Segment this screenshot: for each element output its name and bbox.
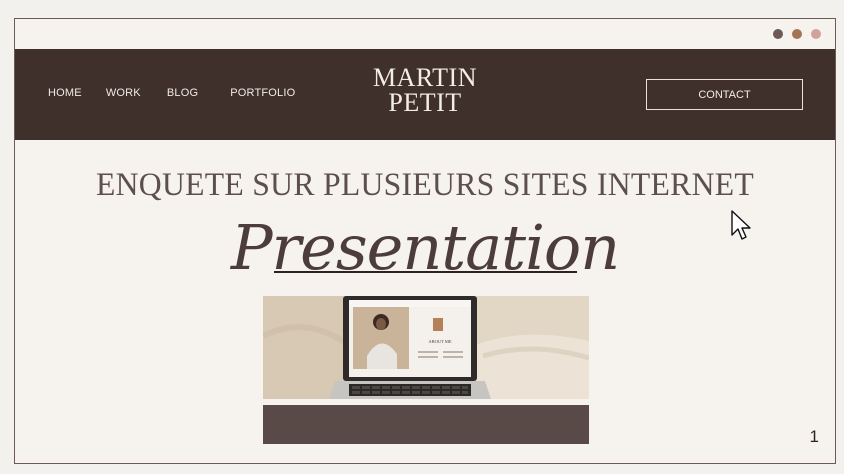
content-block [263, 405, 589, 444]
page-number: 1 [809, 427, 819, 446]
brand-line-1: MARTIN [373, 63, 477, 92]
screen-about-me-text: ABOUT ME [428, 339, 452, 344]
window-dot-1[interactable] [773, 29, 783, 39]
nav-links: HOME WORK BLOG PORTFOLIO [48, 87, 295, 99]
nav-link-portfolio[interactable]: PORTFOLIO [230, 87, 295, 99]
window-dot-2[interactable] [792, 29, 802, 39]
slide-frame: HOME WORK BLOG PORTFOLIO MARTIN PETIT CO… [14, 18, 836, 464]
nav-link-work[interactable]: WORK [106, 87, 141, 99]
brand-line-2: PETIT [388, 88, 462, 117]
script-title: Presentation [230, 211, 620, 284]
title-underline [274, 271, 577, 273]
nav-link-blog[interactable]: BLOG [167, 87, 198, 99]
top-navbar: HOME WORK BLOG PORTFOLIO MARTIN PETIT CO… [15, 49, 835, 140]
mouse-pointer-icon [731, 210, 751, 247]
laptop-photo: ABOUT ME [263, 296, 589, 399]
page-headline: ENQUETE SUR PLUSIEURS SITES INTERNET [95, 167, 755, 203]
window-dot-3[interactable] [811, 29, 821, 39]
window-controls [773, 29, 821, 39]
brand-logo[interactable]: MARTIN PETIT [365, 63, 485, 117]
contact-button[interactable]: CONTACT [646, 79, 803, 110]
nav-link-home[interactable]: HOME [48, 87, 82, 99]
